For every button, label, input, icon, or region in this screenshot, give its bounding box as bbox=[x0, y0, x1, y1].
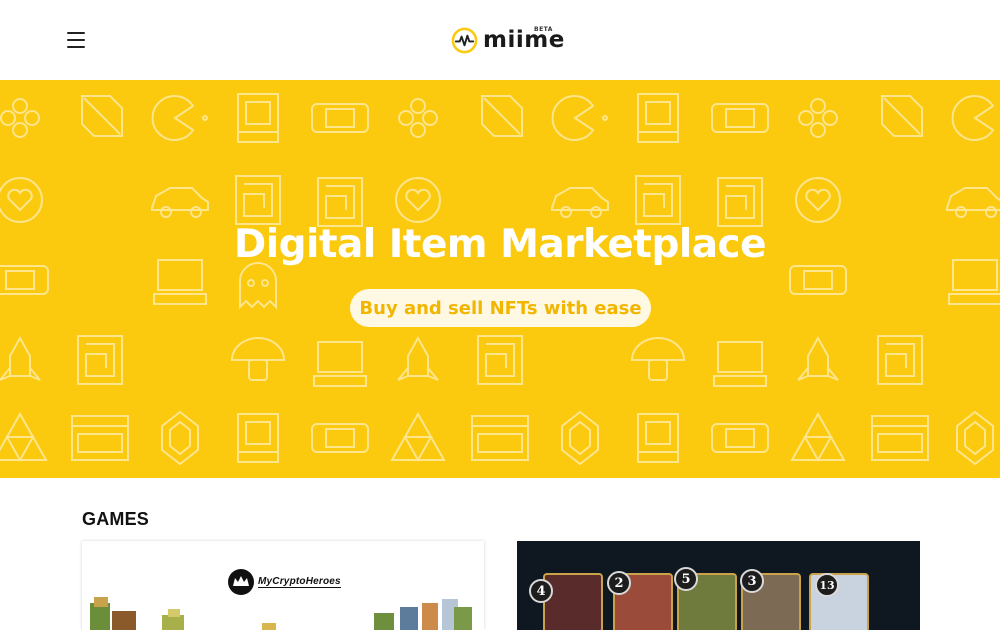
miime-logo[interactable]: miime BETA bbox=[451, 24, 565, 56]
hamburger-menu-icon[interactable] bbox=[67, 31, 87, 49]
games-heading: GAMES bbox=[82, 509, 150, 529]
game-card-trading-cards[interactable]: 4 2 5 3 13 bbox=[517, 541, 920, 630]
hero-banner: Digital Item Marketplace Buy and sell NF… bbox=[0, 80, 1000, 478]
card-cost-badge: 3 bbox=[740, 569, 764, 593]
miime-logo-icon bbox=[451, 27, 478, 53]
hamburger-line bbox=[67, 32, 85, 34]
game-icon-pattern bbox=[0, 93, 1000, 465]
top-header: miime BETA bbox=[0, 0, 1000, 80]
card-cost-badge: 2 bbox=[607, 571, 631, 595]
hero-title: Digital Item Marketplace bbox=[233, 222, 767, 267]
card-cost-badge: 13 bbox=[815, 573, 839, 597]
card-cost-badge: 4 bbox=[529, 579, 553, 603]
card-cost-badge: 5 bbox=[674, 567, 698, 591]
hero-cta-button[interactable]: Buy and sell NFTs with ease bbox=[350, 289, 651, 327]
hamburger-line bbox=[67, 46, 85, 48]
game-card-mycryptoheroes[interactable]: MyCryptoHeroes bbox=[82, 541, 484, 630]
beta-badge: BETA bbox=[534, 26, 553, 33]
hamburger-line bbox=[67, 39, 85, 41]
hero-sprites-artwork bbox=[90, 597, 472, 630]
trading-card-art bbox=[543, 573, 603, 630]
